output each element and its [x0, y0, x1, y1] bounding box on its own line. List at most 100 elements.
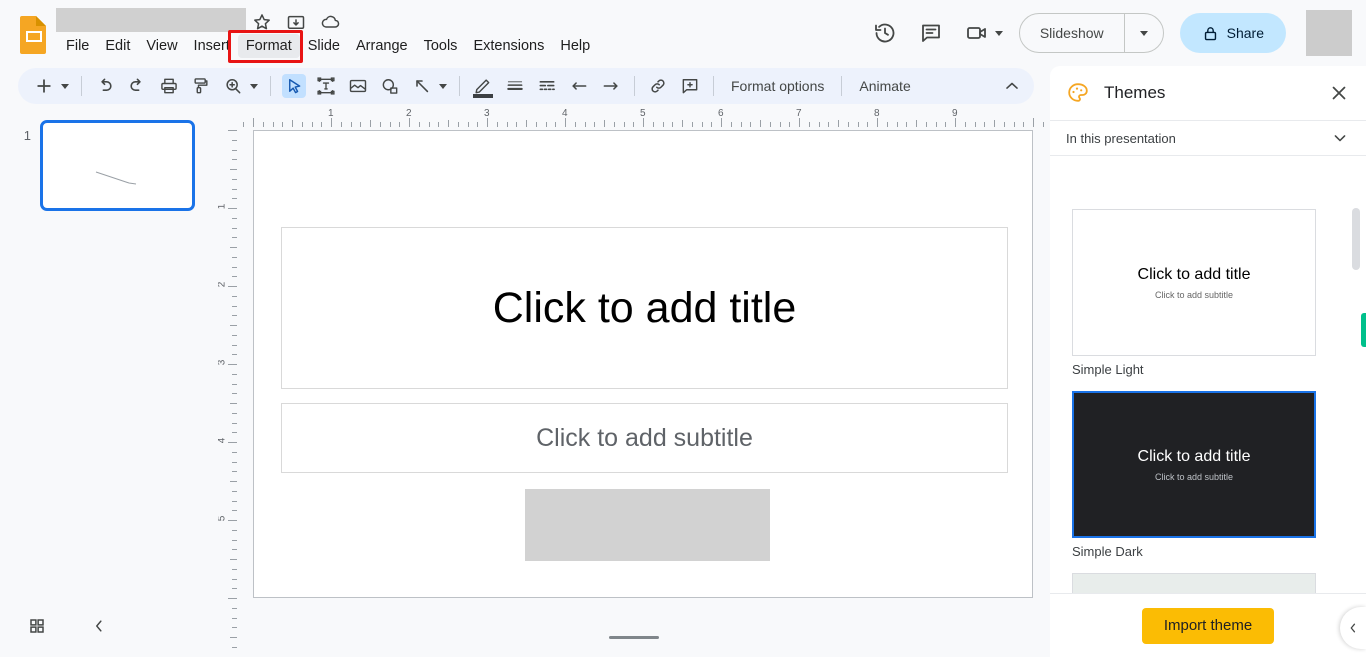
- ruler-label-v: 5: [218, 516, 227, 522]
- menu-help[interactable]: Help: [552, 34, 598, 58]
- menu-insert[interactable]: Insert: [186, 34, 238, 58]
- close-icon[interactable]: [1328, 82, 1350, 104]
- theme-item-simple-dark[interactable]: Click to add title Click to add subtitle…: [1072, 391, 1344, 559]
- printer-icon[interactable]: [157, 74, 181, 98]
- ruler-label-h: 4: [562, 108, 568, 119]
- theme-thumbnail[interactable]: Click to add title: [1072, 573, 1316, 593]
- menu-format[interactable]: Format: [237, 34, 300, 58]
- divider: [81, 76, 82, 96]
- horizontal-ruler[interactable]: 1 2 3 4 5 6 7 8 9: [236, 108, 1050, 127]
- menu-extensions[interactable]: Extensions: [465, 34, 552, 58]
- version-history-icon[interactable]: [873, 21, 897, 45]
- move-to-folder-icon[interactable]: [286, 12, 306, 32]
- filmstrip-row: 1: [0, 120, 218, 211]
- menu-view[interactable]: View: [138, 34, 185, 58]
- theme-thumbnail[interactable]: Click to add title Click to add subtitle: [1072, 391, 1316, 538]
- ruler-corner: [218, 108, 237, 127]
- ruler-label-v: 4: [218, 438, 227, 444]
- comment-icon[interactable]: [919, 21, 943, 45]
- shape-icon[interactable]: [378, 74, 402, 98]
- format-options-button[interactable]: Format options: [721, 74, 834, 98]
- menu-tools[interactable]: Tools: [416, 34, 466, 58]
- chevron-down-icon: [994, 30, 1003, 36]
- ruler-label-h: 2: [406, 108, 412, 119]
- menu-arrange[interactable]: Arrange: [348, 34, 416, 58]
- cloud-saved-icon[interactable]: [320, 12, 340, 32]
- theme-item-simple-light[interactable]: Click to add title Click to add subtitle…: [1072, 209, 1344, 377]
- line-end-icon[interactable]: [599, 74, 623, 98]
- slideshow-button[interactable]: Slideshow: [1020, 14, 1124, 52]
- divider: [713, 76, 714, 96]
- link-icon[interactable]: [646, 74, 670, 98]
- ruler-label-h: 3: [484, 108, 490, 119]
- redacted-content-box[interactable]: [525, 489, 770, 561]
- top-right-actions: Slideshow Share: [873, 0, 1366, 66]
- theme-title-text: Click to add title: [1137, 265, 1251, 283]
- cursor-arrow-icon[interactable]: [282, 74, 306, 98]
- themes-panel-title: Themes: [1104, 83, 1166, 102]
- menu-slide[interactable]: Slide: [300, 34, 348, 58]
- lock-icon: [1202, 25, 1219, 42]
- video-camera-icon: [965, 21, 991, 45]
- line-options-icon[interactable]: [439, 83, 447, 89]
- menu-file[interactable]: File: [58, 34, 97, 58]
- new-slide-options-icon[interactable]: [61, 83, 69, 89]
- share-button-label: Share: [1226, 25, 1264, 41]
- title-bar: File Edit View Insert Format Slide Arran…: [0, 0, 1366, 66]
- import-theme-button[interactable]: Import theme: [1141, 607, 1275, 644]
- redo-icon[interactable]: [125, 74, 149, 98]
- theme-thumbnail[interactable]: Click to add title Click to add subtitle: [1072, 209, 1316, 356]
- divider: [841, 76, 843, 96]
- chevron-up-icon[interactable]: [1000, 74, 1024, 98]
- share-button[interactable]: Share: [1179, 13, 1286, 53]
- speaker-notes-drag-handle[interactable]: [609, 636, 659, 639]
- slide-editor-canvas-area: 1 2 3 4 5 6 7 8 9 1 2 3 4 5 Click to add title Click…: [218, 108, 1050, 657]
- themes-panel-scrollbar[interactable]: [1352, 208, 1360, 270]
- paint-format-icon[interactable]: [189, 74, 213, 98]
- pen-icon[interactable]: [471, 74, 495, 98]
- themes-list[interactable]: Click to add title Click to add subtitle…: [1050, 193, 1366, 593]
- line-start-icon[interactable]: [567, 74, 591, 98]
- slide-content-scribble-icon: [95, 171, 137, 185]
- avatar[interactable]: [1306, 10, 1352, 56]
- text-box-icon[interactable]: [314, 74, 338, 98]
- side-status-indicator[interactable]: [1361, 313, 1366, 347]
- divider: [634, 76, 635, 96]
- grid-view-icon[interactable]: [25, 614, 49, 638]
- title-placeholder[interactable]: Click to add title: [281, 227, 1008, 389]
- slide-thumbnail-1[interactable]: [40, 120, 195, 211]
- ruler-label-h: 9: [952, 108, 958, 119]
- zoom-options-icon[interactable]: [250, 83, 258, 89]
- zoom-icon[interactable]: [221, 74, 245, 98]
- theme-name-label: Simple Light: [1072, 362, 1144, 377]
- slideshow-options-button[interactable]: [1125, 14, 1163, 52]
- image-icon[interactable]: [346, 74, 370, 98]
- ruler-label-v: 1: [218, 204, 227, 210]
- slides-logo-icon: [18, 15, 50, 55]
- line-weight-icon[interactable]: [503, 74, 527, 98]
- main-toolbar: Format options Animate: [18, 68, 1034, 104]
- line-dash-icon[interactable]: [535, 74, 559, 98]
- ruler-label-h: 8: [874, 108, 880, 119]
- menu-edit[interactable]: Edit: [97, 34, 138, 58]
- chevron-left-icon[interactable]: [87, 614, 111, 638]
- divider: [459, 76, 460, 96]
- theme-item-third[interactable]: Click to add title: [1072, 573, 1344, 593]
- subtitle-placeholder[interactable]: Click to add subtitle: [281, 403, 1008, 473]
- slide-canvas[interactable]: Click to add title Click to add subtitle: [253, 130, 1033, 598]
- vertical-ruler[interactable]: 1 2 3 4 5: [218, 127, 237, 657]
- ruler-label-h: 7: [796, 108, 802, 119]
- ruler-label-v: 3: [218, 360, 227, 366]
- document-title-field[interactable]: [56, 8, 246, 32]
- themes-panel-header: Themes: [1050, 66, 1366, 120]
- meet-button[interactable]: [965, 21, 1003, 45]
- themes-section-selector[interactable]: In this presentation: [1050, 120, 1366, 156]
- add-comment-icon[interactable]: [678, 74, 702, 98]
- subtitle-placeholder-text: Click to add subtitle: [536, 423, 753, 452]
- line-icon[interactable]: [410, 74, 434, 98]
- star-icon[interactable]: [252, 12, 272, 32]
- undo-icon[interactable]: [93, 74, 117, 98]
- theme-subtitle-text: Click to add subtitle: [1154, 289, 1234, 300]
- plus-icon[interactable]: [32, 74, 56, 98]
- animate-button[interactable]: Animate: [849, 74, 920, 98]
